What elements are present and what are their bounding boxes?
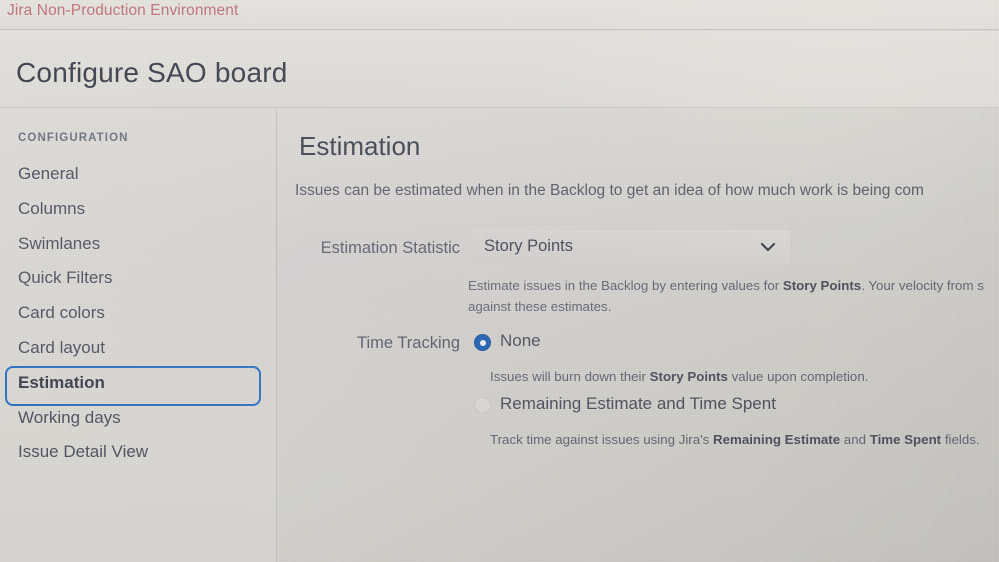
help-bold: Story Points — [782, 278, 862, 293]
help-mid: and — [840, 432, 870, 447]
section-description: Issues can be estimated when in the Back… — [295, 182, 924, 199]
sidebar-item-label: Estimation — [18, 372, 105, 392]
sidebar-item-general[interactable]: General — [0, 157, 277, 192]
page-title: Configure SAO board — [16, 57, 288, 88]
time-tracking-label: Time Tracking — [357, 334, 460, 352]
sidebar-item-label: Card colors — [18, 303, 105, 323]
sidebar-item-label: Issue Detail View — [18, 442, 149, 462]
section-title: Estimation — [299, 131, 421, 161]
sidebar-item-label: Card layout — [18, 337, 105, 357]
sidebar-item-label: Columns — [18, 198, 86, 218]
help-bold2: Time Spent — [869, 432, 942, 447]
sidebar-item-label: General — [18, 164, 79, 183]
estimation-statistic-label: Estimation Statistic — [320, 239, 460, 257]
help-bold: Story Points — [649, 369, 728, 384]
sidebar-heading: CONFIGURATION — [18, 132, 129, 144]
page-titlebar: Configure SAO board — [0, 31, 999, 108]
sidebar-item-label: Quick Filters — [18, 268, 113, 288]
time-tracking-none-help-text: Issues will burn down their Story Points… — [490, 366, 868, 387]
environment-banner-text: Jira Non-Production Environment — [7, 2, 239, 19]
help-prefix: Track time against issues using Jira's — [490, 432, 714, 447]
sidebar-item-estimation[interactable]: Estimation — [0, 365, 277, 406]
sidebar-item-columns[interactable]: Columns — [0, 192, 277, 227]
estimation-statistic-selected-value: Story Points — [484, 237, 573, 255]
help-prefix: Estimate issues in the Backlog by enteri… — [468, 278, 783, 293]
radio-label-remaining-estimate-and-time-spent: Remaining Estimate and Time Spent — [500, 394, 776, 413]
configuration-sidebar: CONFIGURATION General Columns Swimlanes … — [0, 109, 277, 562]
help-suffix: value upon completion. — [727, 369, 869, 384]
estimation-statistic-select[interactable]: Story Points — [472, 230, 790, 264]
help-suffix: . Your velocity from s — [861, 278, 984, 293]
help-line2: against these estimates. — [468, 299, 612, 314]
help-suffix: fields. — [941, 432, 980, 447]
sidebar-item-card-colors[interactable]: Card colors — [0, 296, 277, 331]
help-prefix: Issues will burn down their — [490, 369, 650, 384]
sidebar-item-card-layout[interactable]: Card layout — [0, 331, 277, 366]
radio-selected-icon[interactable] — [474, 334, 491, 351]
radio-label-none: None — [500, 331, 541, 350]
sidebar-item-label: Working days — [18, 407, 121, 427]
sidebar-item-quick-filters[interactable]: Quick Filters — [0, 261, 277, 296]
time-tracking-remaining-help-text: Track time against issues using Jira's R… — [490, 429, 980, 450]
estimation-settings-panel: Estimation Issues can be estimated when … — [278, 109, 999, 562]
estimation-statistic-help-text: Estimate issues in the Backlog by enteri… — [468, 275, 999, 317]
chevron-down-icon — [760, 242, 776, 252]
sidebar-item-issue-detail-view[interactable]: Issue Detail View — [0, 435, 277, 470]
radio-unselected-icon[interactable] — [474, 397, 491, 414]
sidebar-nav-list: General Columns Swimlanes Quick Filters … — [0, 157, 277, 470]
sidebar-item-label: Swimlanes — [18, 233, 101, 253]
screen-surface: Jira Non-Production Environment Configur… — [0, 0, 999, 562]
sidebar-item-swimlanes[interactable]: Swimlanes — [0, 227, 277, 262]
environment-banner: Jira Non-Production Environment — [0, 0, 999, 30]
sidebar-item-working-days[interactable]: Working days — [0, 401, 277, 436]
help-bold: Remaining Estimate — [713, 432, 841, 447]
